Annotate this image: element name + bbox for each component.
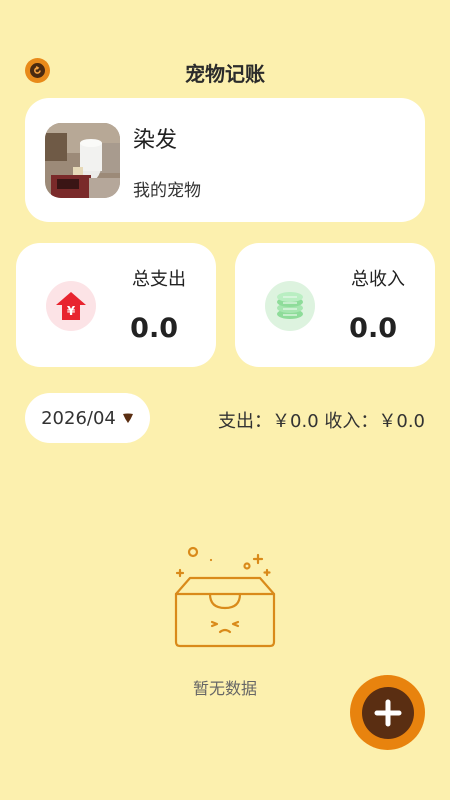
pet-avatar xyxy=(45,123,120,198)
total-expense-label: 总支出 xyxy=(132,269,186,290)
total-income-card[interactable]: 总收入 0.0 xyxy=(235,243,435,367)
total-expense-card[interactable]: ¥ 总支出 0.0 xyxy=(16,243,216,367)
add-record-button[interactable] xyxy=(350,675,425,750)
total-income-label: 总收入 xyxy=(351,269,405,290)
page-title: 宠物记账 xyxy=(185,62,265,86)
pet-subtitle: 我的宠物 xyxy=(133,181,201,201)
plus-icon xyxy=(361,686,414,739)
empty-box-icon xyxy=(170,542,280,650)
coins-icon xyxy=(265,281,315,331)
pet-name: 染发 xyxy=(133,128,178,153)
svg-text:¥: ¥ xyxy=(67,304,76,318)
pet-card[interactable]: 染发 我的宠物 xyxy=(25,98,425,222)
month-selector[interactable]: 2026/04 xyxy=(25,393,150,443)
month-summary: 支出：￥0.0 收入：￥0.0 xyxy=(218,411,425,432)
total-expense-value: 0.0 xyxy=(130,313,178,344)
yen-house-icon: ¥ xyxy=(46,281,96,331)
triangle-down-icon xyxy=(122,408,134,429)
month-selector-label: 2026/04 xyxy=(41,407,116,429)
total-income-value: 0.0 xyxy=(349,313,397,344)
app-header: 宠物记账 xyxy=(0,50,450,90)
